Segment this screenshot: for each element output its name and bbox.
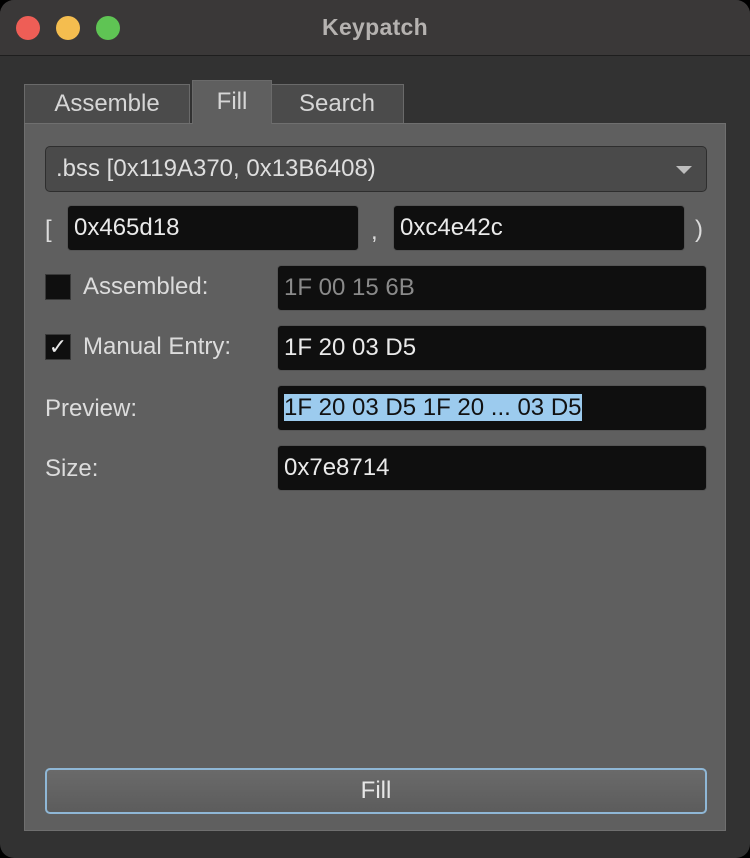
- fill-panel: .bss [0x119A370, 0x13B6408) [ 0x465d18 ,…: [24, 123, 726, 831]
- range-separator: ,: [371, 218, 378, 245]
- preview-selected-text: 1F 20 03 D5 1F 20 ... 03 D5: [284, 394, 582, 421]
- window-title: Keypatch: [322, 14, 428, 40]
- tab-search[interactable]: Search: [270, 84, 404, 124]
- assembled-field: 1F 00 15 6B: [277, 265, 707, 311]
- preview-field[interactable]: 1F 20 03 D5 1F 20 ... 03 D5: [277, 385, 707, 431]
- tab-fill[interactable]: Fill: [192, 80, 272, 124]
- size-field[interactable]: 0x7e8714: [277, 445, 707, 491]
- chevron-down-icon: [676, 166, 692, 174]
- assembled-label: Assembled:: [83, 273, 209, 300]
- title-bar: Keypatch: [0, 0, 750, 56]
- size-label: Size:: [45, 455, 99, 482]
- preview-label: Preview:: [45, 395, 138, 422]
- manual-entry-checkbox[interactable]: ✓: [45, 334, 71, 360]
- range-open-bracket: [: [45, 216, 52, 243]
- assembled-checkbox[interactable]: [45, 274, 71, 300]
- range-end-input[interactable]: 0xc4e42c: [393, 205, 685, 251]
- tab-assemble[interactable]: Assemble: [24, 84, 190, 124]
- manual-entry-input[interactable]: 1F 20 03 D5: [277, 325, 707, 371]
- segment-dropdown[interactable]: .bss [0x119A370, 0x13B6408): [45, 146, 707, 192]
- range-start-input[interactable]: 0x465d18: [67, 205, 359, 251]
- keypatch-window: Keypatch Assemble Fill Search .bss [0x11…: [0, 0, 750, 858]
- manual-entry-label: Manual Entry:: [83, 333, 232, 360]
- segment-selected-value: .bss [0x119A370, 0x13B6408): [56, 155, 376, 182]
- fill-button[interactable]: Fill: [45, 768, 707, 814]
- range-close-bracket: ): [695, 216, 703, 243]
